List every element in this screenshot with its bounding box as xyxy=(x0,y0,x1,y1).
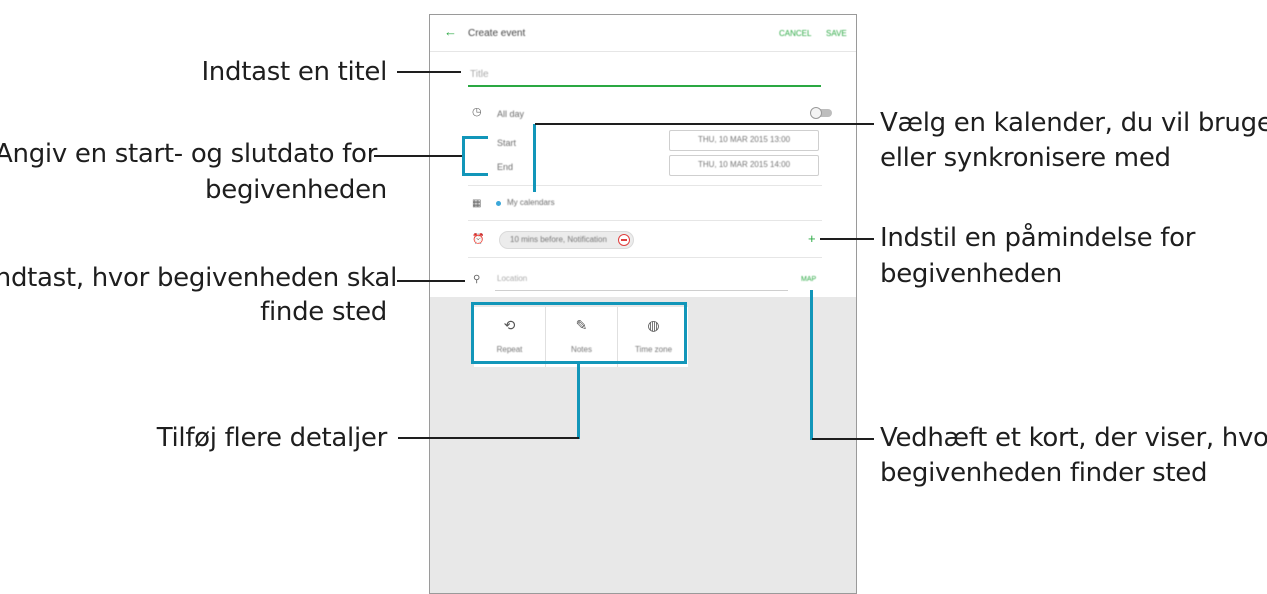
dates-bracket xyxy=(462,136,465,176)
clock-icon: ◷ xyxy=(472,106,482,118)
cancel-button[interactable]: CANCEL xyxy=(779,29,811,38)
calendar-leader-line xyxy=(535,123,874,125)
dates-bracket-bottom xyxy=(462,173,488,176)
start-label: Start xyxy=(497,138,517,148)
header-title: Create event xyxy=(468,28,526,39)
title-leader-line xyxy=(397,71,461,73)
end-date-value: THU, 10 MAR 2015 14:00 xyxy=(697,160,791,169)
callout-dates-line1: Angiv en start- og slutdato for xyxy=(0,139,377,169)
back-arrow-icon[interactable]: ← xyxy=(444,25,457,38)
end-label: End xyxy=(497,162,514,172)
dates-divider xyxy=(468,185,822,186)
dates-bracket-top xyxy=(462,136,488,139)
calendar-color-dot xyxy=(496,201,501,206)
details-vertical-connector xyxy=(577,364,580,439)
reminder-label: 10 mins before, Notification xyxy=(510,235,607,244)
location-pin-icon: ⚲ xyxy=(473,274,481,285)
callout-details: Tilføj flere detaljer xyxy=(156,423,388,453)
callout-calendar-line1: Vælg en kalender, du vil bruge xyxy=(880,108,1267,138)
calendar-vertical-connector xyxy=(533,124,536,192)
calendar-divider xyxy=(468,220,822,221)
calendar-icon: ▦ xyxy=(472,198,482,209)
callout-dates-line2: begivenheden xyxy=(205,175,387,205)
title-underline xyxy=(468,85,821,87)
map-vertical-connector xyxy=(810,290,813,440)
callout-map-line1: Vedhæft et kort, der viser, hvor xyxy=(880,423,1267,453)
reminder-leader-line xyxy=(820,238,874,240)
allday-label: All day xyxy=(497,109,525,119)
details-highlight-box xyxy=(471,302,687,364)
start-date-field[interactable]: THU, 10 MAR 2015 13:00 xyxy=(669,130,819,151)
save-button[interactable]: SAVE xyxy=(826,29,847,38)
end-date-field[interactable]: THU, 10 MAR 2015 14:00 xyxy=(669,155,819,176)
reminder-chip[interactable]: 10 mins before, Notification xyxy=(499,231,634,249)
add-reminder-icon[interactable]: + xyxy=(808,232,816,245)
start-date-value: THU, 10 MAR 2015 13:00 xyxy=(697,135,791,144)
alarm-icon: ⏰ xyxy=(472,234,485,245)
callout-reminder-line2: begivenheden xyxy=(880,259,1062,289)
callout-reminder-line1: Indstil en påmindelse for xyxy=(880,223,1196,253)
remove-reminder-icon[interactable] xyxy=(618,234,630,246)
allday-toggle[interactable] xyxy=(810,107,832,119)
details-leader-line xyxy=(398,437,579,439)
reminder-divider xyxy=(468,257,822,258)
callout-location-line2: finde sted xyxy=(260,297,387,327)
location-leader-line xyxy=(397,280,465,282)
header-divider xyxy=(430,51,856,52)
map-leader-line xyxy=(812,438,874,440)
location-input[interactable]: Location xyxy=(497,274,527,283)
calendar-selector[interactable]: My calendars xyxy=(507,198,555,207)
callout-location-line1: Indtast, hvor begivenheden skal xyxy=(0,263,397,293)
callout-map-line2: begivenheden finder sted xyxy=(880,458,1208,488)
location-underline xyxy=(495,290,788,291)
map-button[interactable]: MAP xyxy=(801,276,816,283)
callout-calendar-line2: eller synkronisere med xyxy=(880,143,1171,173)
dates-leader-line xyxy=(374,155,462,157)
title-input[interactable]: Title xyxy=(470,69,489,80)
callout-title: Indtast en titel xyxy=(201,57,387,87)
